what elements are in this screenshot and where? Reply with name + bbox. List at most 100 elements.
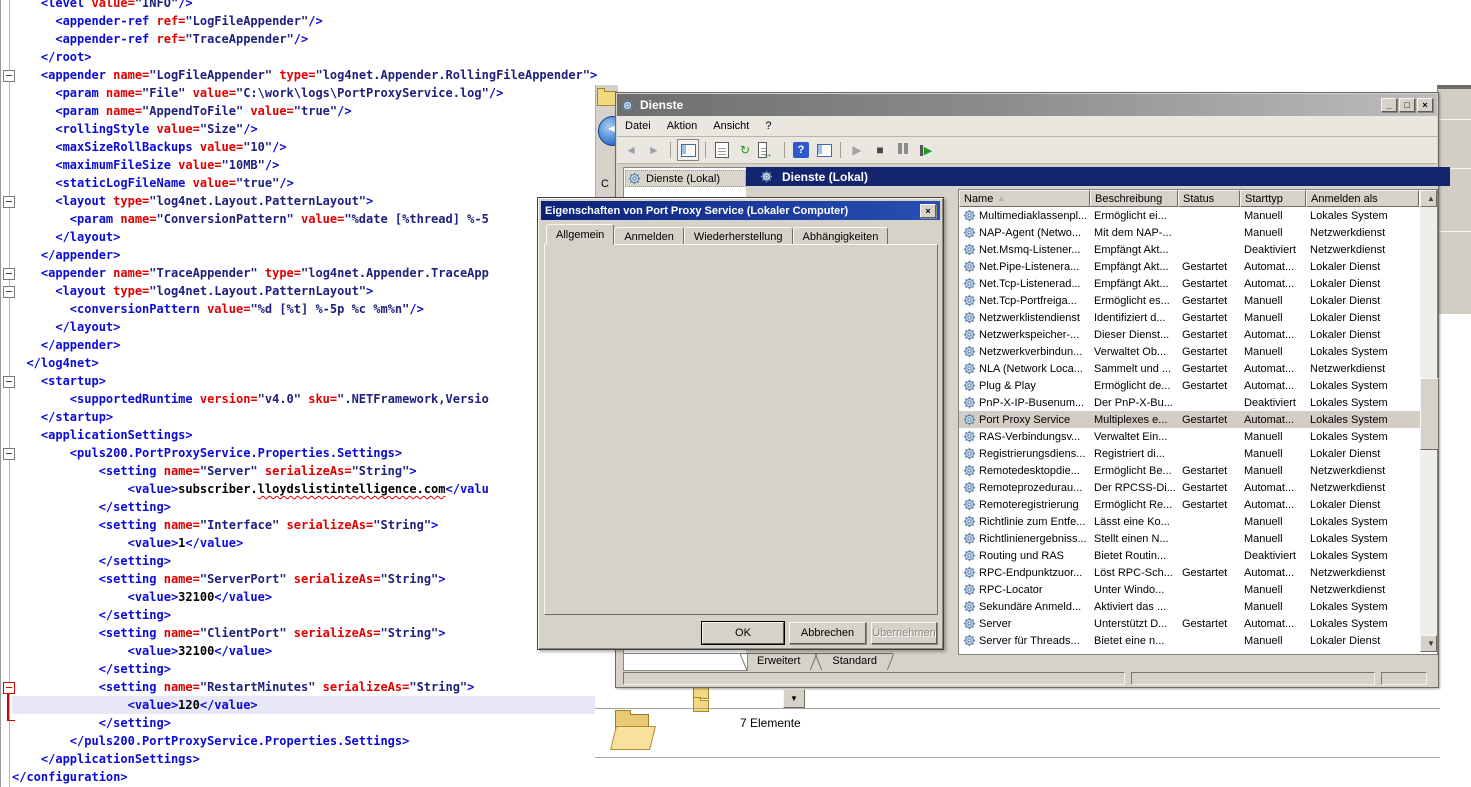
menu-item-ansicht[interactable]: Ansicht bbox=[705, 118, 757, 134]
service-row[interactable]: RPC-Endpunktzuor...Löst RPC-Sch...Gestar… bbox=[959, 564, 1420, 581]
tab-wiederherstellung[interactable]: Wiederherstellung bbox=[684, 227, 793, 245]
service-gear-icon bbox=[963, 549, 977, 562]
service-row[interactable]: NetzwerklistendienstIdentifiziert d...Ge… bbox=[959, 309, 1420, 326]
menu-item-datei[interactable]: Datei bbox=[617, 118, 659, 134]
code-line: <appender name="LogFileAppender" type="l… bbox=[12, 66, 597, 84]
service-name-cell: Remotedesktopdie... bbox=[959, 464, 1090, 477]
forward-icon[interactable]: ► bbox=[644, 140, 664, 160]
tab-allgemein[interactable]: Allgemein bbox=[546, 224, 614, 245]
stop-service-icon[interactable]: ■ bbox=[870, 140, 890, 160]
folder-icon[interactable] bbox=[693, 700, 709, 712]
service-name-cell: Port Proxy Service bbox=[959, 413, 1090, 426]
service-row[interactable]: Server für Threads...Bietet eine n...Man… bbox=[959, 632, 1420, 649]
dialog-title: Eigenschaften von Port Proxy Service (Lo… bbox=[545, 205, 848, 217]
service-row[interactable]: Plug & PlayErmöglicht de...GestartetAuto… bbox=[959, 377, 1420, 394]
show-console-tree-icon[interactable] bbox=[677, 139, 699, 161]
close-icon[interactable]: × bbox=[920, 204, 936, 218]
service-row[interactable]: ServerUnterstützt D...GestartetAutomat..… bbox=[959, 615, 1420, 632]
restart-service-icon[interactable]: ▶ bbox=[916, 140, 936, 160]
ubernehmen-button[interactable]: Übernehmen bbox=[871, 622, 937, 644]
service-row[interactable]: Routing und RASBietet Routin...Deaktivie… bbox=[959, 547, 1420, 564]
service-row[interactable]: Richtlinienergebniss...Stellt einen N...… bbox=[959, 530, 1420, 547]
service-cell: Deaktiviert bbox=[1240, 550, 1306, 562]
column-header-anmelden-als[interactable]: Anmelden als bbox=[1306, 190, 1419, 207]
services-gear-icon bbox=[621, 99, 635, 112]
service-gear-icon bbox=[963, 362, 977, 375]
service-row[interactable]: Richtlinie zum Entfe...Lässt eine Ko...M… bbox=[959, 513, 1420, 530]
help-icon[interactable]: ? bbox=[791, 140, 811, 160]
code-line: </configuration> bbox=[12, 768, 597, 786]
code-line: </root> bbox=[12, 48, 597, 66]
service-row[interactable]: RPC-LocatorUnter Windo...ManuellNetzwerk… bbox=[959, 581, 1420, 598]
service-row[interactable]: Registrierungsdiens...Registriert di...M… bbox=[959, 445, 1420, 462]
service-row[interactable]: Netzwerkspeicher-...Dieser Dienst...Gest… bbox=[959, 326, 1420, 343]
properties-icon[interactable] bbox=[712, 140, 732, 160]
service-row[interactable]: Net.Tcp-Portfreiga...Ermöglicht es...Ges… bbox=[959, 292, 1420, 309]
new-window-icon[interactable] bbox=[814, 140, 834, 160]
service-cell: Verwaltet Ein... bbox=[1090, 431, 1178, 443]
service-row[interactable]: Net.Msmq-Listener...Empfängt Akt...Deakt… bbox=[959, 241, 1420, 258]
service-row[interactable]: RemoteregistrierungErmöglicht Re...Gesta… bbox=[959, 496, 1420, 513]
tab-page-allgemein bbox=[544, 244, 938, 615]
service-row[interactable]: Multimediaklassenpl...Ermöglicht ei...Ma… bbox=[959, 207, 1420, 224]
service-cell: Netzwerkdienst bbox=[1306, 244, 1419, 256]
dialog-titlebar[interactable]: Eigenschaften von Port Proxy Service (Lo… bbox=[541, 201, 940, 220]
service-name-cell: RAS-Verbindungsv... bbox=[959, 430, 1090, 443]
ok-button[interactable]: OK bbox=[702, 622, 784, 644]
service-row[interactable]: NAP-Agent (Netwo...Mit dem NAP-...Manuel… bbox=[959, 224, 1420, 241]
desktop: <level value="INFO"/> <appender-ref ref=… bbox=[0, 0, 1471, 787]
close-button-icon[interactable]: × bbox=[1417, 98, 1433, 112]
service-row[interactable]: Remoteprozedurau...Der RPCSS-Di...Gestar… bbox=[959, 479, 1420, 496]
maximize-button-icon[interactable]: □ bbox=[1399, 98, 1415, 112]
service-cell: Lokales System bbox=[1306, 431, 1419, 443]
service-row[interactable]: Sekundäre Anmeld...Aktiviert das ...Manu… bbox=[959, 598, 1420, 615]
service-row[interactable]: Net.Pipe-Listenera...Empfängt Akt...Gest… bbox=[959, 258, 1420, 275]
view-tab-standard[interactable]: Standard bbox=[816, 654, 893, 670]
service-row[interactable]: RAS-Verbindungsv...Verwaltet Ein...Manue… bbox=[959, 428, 1420, 445]
service-row[interactable]: Port Proxy ServiceMultiplexes e...Gestar… bbox=[959, 411, 1420, 428]
service-cell: Lokales System bbox=[1306, 380, 1419, 392]
divider bbox=[595, 708, 1440, 709]
service-gear-icon bbox=[963, 566, 977, 579]
service-row[interactable]: Remotedesktopdie...Ermöglicht Be...Gesta… bbox=[959, 462, 1420, 479]
tab-abhangigkeiten[interactable]: Abhängigkeiten bbox=[793, 227, 889, 245]
service-row[interactable]: Net.Tcp-Listenerad...Empfängt Akt...Gest… bbox=[959, 275, 1420, 292]
tab-anmelden[interactable]: Anmelden bbox=[614, 227, 684, 245]
view-tab-erweitert[interactable]: Erweitert bbox=[741, 654, 816, 670]
service-cell: Bietet Routin... bbox=[1090, 550, 1178, 562]
service-row[interactable]: Netzwerkverbindun...Verwaltet Ob...Gesta… bbox=[959, 343, 1420, 360]
service-name-cell: Server bbox=[959, 617, 1090, 630]
code-text[interactable]: <level value="INFO"/> <appender-ref ref=… bbox=[12, 0, 597, 786]
tree-item-dienste-lokal[interactable]: Dienste (Lokal) bbox=[625, 170, 746, 187]
back-icon[interactable]: ◄ bbox=[621, 140, 641, 160]
service-row[interactable]: PnP-X-IP-Busenum...Der PnP-X-Bu...Deakti… bbox=[959, 394, 1420, 411]
menu-item-aktion[interactable]: Aktion bbox=[659, 118, 706, 134]
scroll-up-icon[interactable]: ▲ bbox=[1420, 190, 1437, 207]
column-header-beschreibung[interactable]: Beschreibung bbox=[1090, 190, 1178, 207]
service-cell: Gestartet bbox=[1178, 465, 1240, 477]
service-cell: Gestartet bbox=[1178, 295, 1240, 307]
pause-service-icon[interactable] bbox=[893, 140, 913, 160]
scrollbar[interactable]: ▲ ▼ bbox=[1420, 190, 1437, 652]
service-cell: Löst RPC-Sch... bbox=[1090, 567, 1178, 579]
service-cell: Empfängt Akt... bbox=[1090, 278, 1178, 290]
service-cell: Gestartet bbox=[1178, 567, 1240, 579]
service-gear-icon bbox=[963, 379, 977, 392]
code-line: <value>120</value> bbox=[12, 696, 597, 714]
abbrechen-button[interactable]: Abbrechen bbox=[789, 622, 866, 644]
scrollbar-thumb[interactable] bbox=[1420, 378, 1439, 450]
start-service-icon[interactable]: ▶ bbox=[847, 140, 867, 160]
service-row[interactable]: NLA (Network Loca...Sammelt und ...Gesta… bbox=[959, 360, 1420, 377]
service-gear-icon bbox=[628, 172, 642, 185]
column-header-status[interactable]: Status bbox=[1178, 190, 1240, 207]
service-name-cell: Richtlinienergebniss... bbox=[959, 532, 1090, 545]
minimize-button-icon[interactable]: _ bbox=[1381, 98, 1397, 112]
menu-item-?[interactable]: ? bbox=[757, 118, 779, 134]
refresh-icon[interactable]: ↻ bbox=[735, 140, 755, 160]
column-header-starttyp[interactable]: Starttyp bbox=[1240, 190, 1306, 207]
export-list-icon[interactable]: → bbox=[758, 140, 778, 160]
services-titlebar[interactable]: Dienste _□× bbox=[617, 94, 1437, 116]
scroll-down-icon[interactable]: ▼ bbox=[1420, 635, 1437, 652]
chevron-down-icon[interactable]: ▼ bbox=[783, 689, 805, 708]
column-header-name[interactable]: Name▲ bbox=[959, 190, 1090, 207]
